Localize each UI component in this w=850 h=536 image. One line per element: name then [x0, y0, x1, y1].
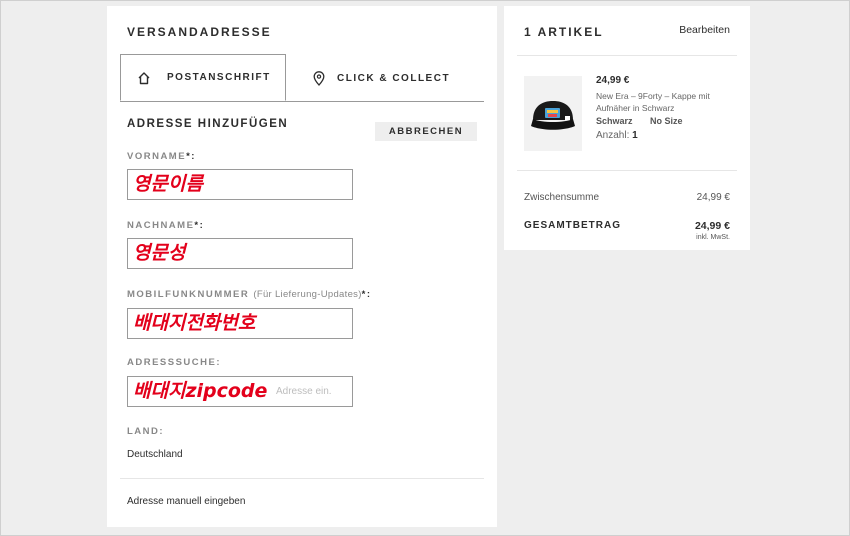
- mobile-label: MOBILFUNKNUMMER (Für Lieferung-Updates)*…: [127, 289, 372, 300]
- add-address-heading: ADRESSE HINZUFÜGEN: [127, 118, 289, 130]
- last-name-input[interactable]: [128, 239, 352, 268]
- last-name-field[interactable]: 영문성: [127, 238, 353, 269]
- first-name-input[interactable]: [128, 170, 352, 199]
- tab-click-collect[interactable]: CLICK & COLLECT: [313, 66, 450, 90]
- tab-postanschrift-label: POSTANSCHRIFT: [167, 72, 271, 83]
- address-search-input[interactable]: [128, 377, 352, 406]
- first-name-field[interactable]: 영문이름: [127, 169, 353, 200]
- last-name-label: NACHNAME*:: [127, 220, 205, 231]
- cart-summary-panel: 1 ARTIKEL Bearbeiten 24,99 € New Era – 9…: [504, 6, 750, 250]
- cart-title: 1 ARTIKEL: [524, 25, 604, 39]
- item-name[interactable]: New Era – 9Forty – Kappe mit Aufnäher in…: [596, 90, 736, 114]
- tab-postanschrift[interactable]: POSTANSCHRIFT: [120, 54, 286, 101]
- cancel-button[interactable]: ABBRECHEN: [375, 122, 477, 141]
- home-icon: [137, 71, 151, 85]
- manual-address-link[interactable]: Adresse manuell eingeben: [127, 496, 245, 507]
- divider: [120, 478, 484, 479]
- divider: [517, 170, 737, 171]
- item-size: No Size: [650, 116, 683, 126]
- mobile-input[interactable]: [128, 309, 352, 338]
- subtotal-label: Zwischensumme: [524, 192, 600, 203]
- address-search-field[interactable]: 배대지zipcode: [127, 376, 353, 407]
- shipping-address-panel: VERSANDADRESSE POSTANSCHRIFT CLICK & COL…: [107, 6, 497, 527]
- divider: [517, 55, 737, 56]
- item-price: 24,99 €: [596, 75, 630, 86]
- shipping-title: VERSANDADRESSE: [127, 25, 272, 39]
- item-color: Schwarz: [596, 116, 633, 126]
- address-search-label: ADRESSSUCHE:: [127, 357, 222, 368]
- product-image[interactable]: [524, 76, 582, 151]
- country-value: Deutschland: [127, 449, 183, 460]
- mobile-field[interactable]: 배대지전화번호: [127, 308, 353, 339]
- tab-underline: [120, 101, 484, 102]
- total-value: 24,99 €: [694, 220, 730, 232]
- item-quantity: Anzahl: 1: [596, 130, 638, 141]
- total-label: GESAMTBETRAG: [524, 220, 621, 231]
- first-name-label: VORNAME*:: [127, 151, 196, 162]
- tab-click-collect-label: CLICK & COLLECT: [337, 72, 451, 84]
- location-pin-icon: [313, 70, 325, 86]
- tax-note: inkl. MwSt.: [696, 234, 730, 241]
- country-label: LAND:: [127, 426, 165, 437]
- edit-cart-link[interactable]: Bearbeiten: [679, 24, 730, 36]
- subtotal-value: 24,99 €: [696, 192, 730, 203]
